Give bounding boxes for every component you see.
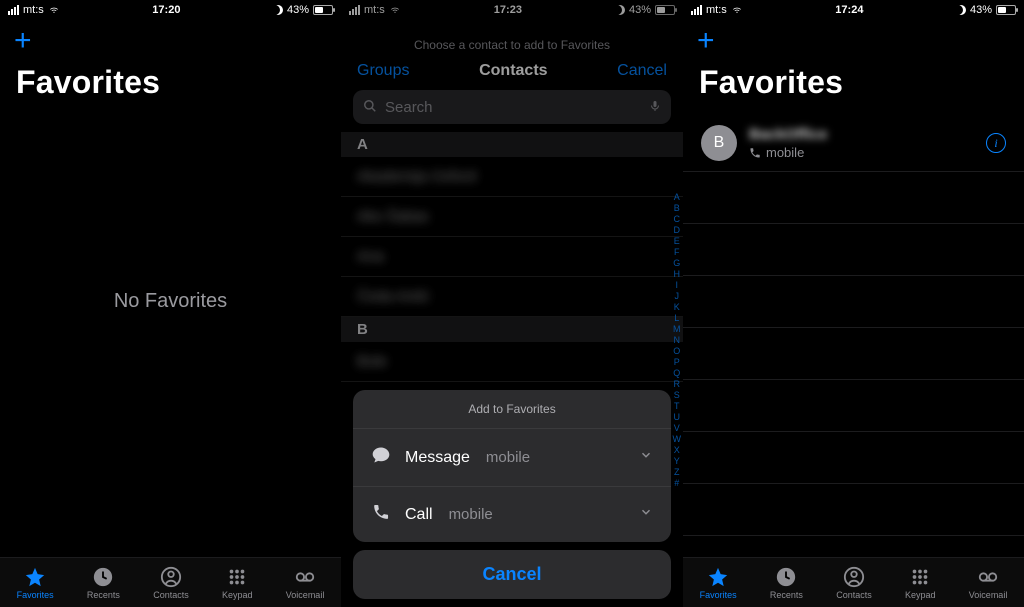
dnd-moon-icon <box>956 5 966 15</box>
tab-label: Recents <box>770 590 803 600</box>
battery-icon <box>313 5 333 15</box>
tab-label: Favorites <box>700 590 737 600</box>
dnd-moon-icon <box>273 5 283 15</box>
clock-icon <box>775 566 797 588</box>
tab-label: Voicemail <box>969 590 1008 600</box>
favorite-kind: mobile <box>766 145 804 160</box>
tab-recents[interactable]: Recents <box>770 566 803 600</box>
tab-favorites[interactable]: Favorites <box>17 566 54 600</box>
tab-keypad[interactable]: Keypad <box>222 566 253 600</box>
empty-row <box>683 380 1024 432</box>
tab-label: Keypad <box>222 590 253 600</box>
pane-favorites-list: mt:s 17:24 43% + Favorites B BackOffice … <box>683 0 1024 607</box>
tab-label: Favorites <box>17 590 54 600</box>
battery-icon <box>996 5 1016 15</box>
sheet-option-label: Message <box>405 449 470 467</box>
tab-contacts[interactable]: Contacts <box>836 566 872 600</box>
voicemail-icon <box>977 566 999 588</box>
sheet-cancel-button[interactable]: Cancel <box>353 550 671 599</box>
tab-bar: Favorites Recents Contacts Keypad Voicem… <box>0 557 341 607</box>
tab-recents[interactable]: Recents <box>87 566 120 600</box>
contact-icon <box>160 566 182 588</box>
sheet-option-message[interactable]: Message mobile <box>353 429 671 487</box>
favorite-row[interactable]: B BackOffice mobile i <box>683 115 1024 172</box>
tab-favorites[interactable]: Favorites <box>700 566 737 600</box>
page-title: Favorites <box>0 56 341 109</box>
carrier-label: mt:s <box>706 4 727 16</box>
tab-keypad[interactable]: Keypad <box>905 566 936 600</box>
empty-row <box>683 432 1024 484</box>
empty-row <box>683 172 1024 224</box>
keypad-icon <box>226 566 248 588</box>
avatar: B <box>701 125 737 161</box>
sheet-title: Add to Favorites <box>353 390 671 429</box>
keypad-icon <box>909 566 931 588</box>
empty-row <box>683 328 1024 380</box>
signal-icon <box>8 5 19 15</box>
voicemail-icon <box>294 566 316 588</box>
battery-pct: 43% <box>970 4 992 16</box>
sheet-option-sub: mobile <box>486 449 530 466</box>
phone-icon <box>371 503 391 526</box>
chevron-down-icon <box>639 448 653 467</box>
empty-row <box>683 224 1024 276</box>
signal-icon <box>691 5 702 15</box>
sheet-option-sub: mobile <box>449 506 493 523</box>
tab-label: Recents <box>87 590 120 600</box>
empty-row <box>683 276 1024 328</box>
pane-empty-favorites: mt:s 17:20 43% + Favorites No Favorites … <box>0 0 341 607</box>
status-bar: mt:s 17:20 43% <box>0 0 341 20</box>
tab-bar: Favorites Recents Contacts Keypad Voicem… <box>683 557 1024 607</box>
add-favorite-button[interactable]: + <box>683 20 1024 56</box>
pane-contact-picker: mt:s 17:23 43% Choose a contact to add t… <box>341 0 683 607</box>
tab-voicemail[interactable]: Voicemail <box>286 566 325 600</box>
add-favorite-button[interactable]: + <box>0 20 341 56</box>
carrier-label: mt:s <box>23 4 44 16</box>
phone-icon <box>749 147 761 159</box>
tab-label: Keypad <box>905 590 936 600</box>
clock: 17:24 <box>835 4 863 16</box>
page-title: Favorites <box>683 56 1024 109</box>
action-sheet: Add to Favorites Message mobile Call <box>353 390 671 599</box>
status-bar: mt:s 17:24 43% <box>683 0 1024 20</box>
sheet-option-label: Call <box>405 506 433 524</box>
empty-state-text: No Favorites <box>0 290 341 313</box>
tab-contacts[interactable]: Contacts <box>153 566 189 600</box>
tab-label: Voicemail <box>286 590 325 600</box>
info-button[interactable]: i <box>986 133 1006 153</box>
clock-icon <box>92 566 114 588</box>
wifi-icon <box>48 6 60 15</box>
wifi-icon <box>731 6 743 15</box>
favorite-name: BackOffice <box>749 126 974 143</box>
battery-pct: 43% <box>287 4 309 16</box>
message-icon <box>371 445 391 470</box>
tab-label: Contacts <box>153 590 189 600</box>
chevron-down-icon <box>639 505 653 524</box>
tab-label: Contacts <box>836 590 872 600</box>
sheet-option-call[interactable]: Call mobile <box>353 487 671 542</box>
tab-voicemail[interactable]: Voicemail <box>969 566 1008 600</box>
star-icon <box>24 566 46 588</box>
clock: 17:20 <box>152 4 180 16</box>
empty-row <box>683 484 1024 536</box>
star-icon <box>707 566 729 588</box>
contact-icon <box>843 566 865 588</box>
